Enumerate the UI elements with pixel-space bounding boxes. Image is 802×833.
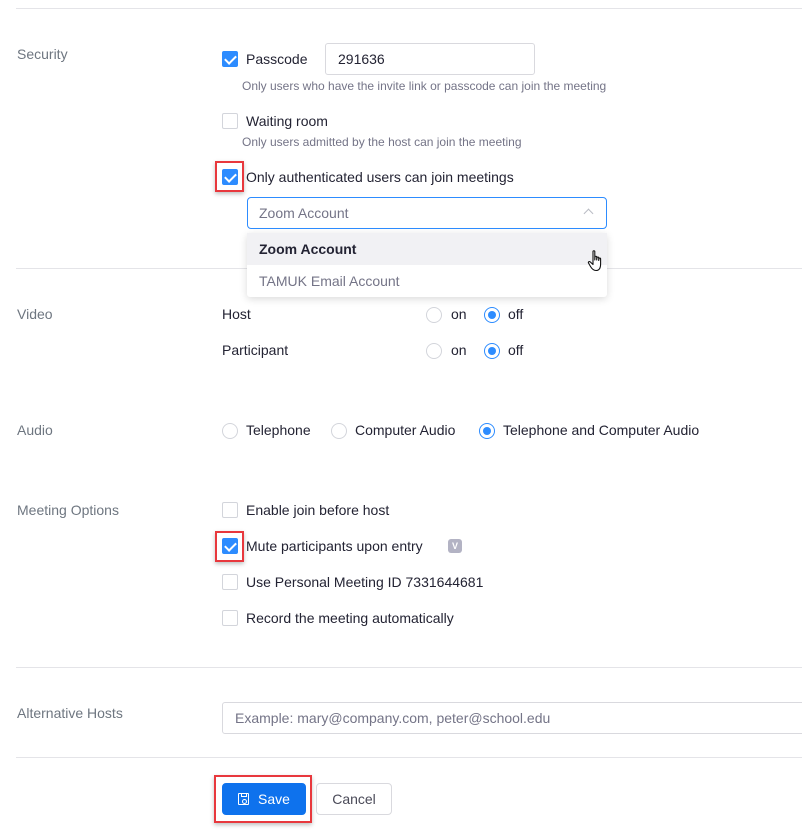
audio-computer-audio-radio[interactable] (331, 423, 347, 439)
mute-participants-label: Mute participants upon entry (246, 538, 423, 554)
feature-badge-icon[interactable]: V (448, 539, 462, 553)
record-automatically-label: Record the meeting automatically (246, 610, 454, 626)
security-label: Security (17, 46, 68, 62)
join-before-host-checkbox[interactable] (222, 502, 238, 518)
personal-meeting-id-checkbox[interactable] (222, 574, 238, 590)
video-participant-on-radio[interactable] (426, 343, 442, 359)
alternative-hosts-label: Alternative Hosts (17, 705, 123, 721)
authenticated-users-checkbox[interactable] (222, 169, 238, 185)
audio-telephone-and-computer-radio[interactable] (479, 423, 495, 439)
audio-computer-audio-label: Computer Audio (355, 422, 456, 438)
waiting-room-label: Waiting room (246, 113, 328, 129)
audio-telephone-radio[interactable] (222, 423, 238, 439)
divider-meeting-options (16, 667, 802, 668)
video-participant-on-label: on (451, 342, 467, 358)
authentication-select[interactable]: Zoom Account (247, 197, 607, 229)
dropdown-option-tamuk-email-account[interactable]: TAMUK Email Account (247, 265, 607, 297)
video-host-off-radio[interactable] (484, 307, 500, 323)
video-host-on-radio[interactable] (426, 307, 442, 323)
waiting-room-hint: Only users admitted by the host can join… (242, 135, 522, 149)
save-button-label: Save (258, 791, 290, 807)
passcode-hint: Only users who have the invite link or p… (242, 79, 607, 93)
video-label: Video (17, 306, 53, 322)
record-automatically-checkbox[interactable] (222, 610, 238, 626)
passcode-label: Passcode (246, 51, 308, 67)
divider-alternative-hosts (16, 757, 802, 758)
video-host-on-label: on (451, 306, 467, 322)
save-button[interactable]: Save (222, 783, 306, 815)
video-host-off-label: off (508, 306, 524, 322)
passcode-checkbox[interactable] (222, 51, 238, 67)
authentication-select-value: Zoom Account (259, 205, 349, 221)
divider-top (16, 8, 802, 9)
authentication-dropdown-menu: Zoom Account TAMUK Email Account (247, 233, 607, 297)
hand-pointer-cursor-icon (587, 250, 602, 272)
passcode-input[interactable]: 291636 (325, 43, 535, 75)
dropdown-option-zoom-account[interactable]: Zoom Account (247, 233, 607, 265)
video-host-label: Host (222, 306, 251, 322)
waiting-room-checkbox[interactable] (222, 113, 238, 129)
join-before-host-label: Enable join before host (246, 502, 390, 518)
floppy-disk-icon (238, 793, 250, 805)
chevron-up-icon (583, 208, 594, 219)
video-participant-label: Participant (222, 342, 289, 358)
cancel-button[interactable]: Cancel (316, 783, 392, 815)
personal-meeting-id-label: Use Personal Meeting ID 7331644681 (246, 574, 484, 590)
mute-participants-checkbox[interactable] (222, 538, 238, 554)
audio-label: Audio (17, 422, 53, 438)
video-participant-off-radio[interactable] (484, 343, 500, 359)
audio-telephone-label: Telephone (246, 422, 311, 438)
meeting-options-label: Meeting Options (17, 502, 119, 518)
authenticated-users-label: Only authenticated users can join meetin… (246, 169, 514, 185)
audio-telephone-and-computer-label: Telephone and Computer Audio (503, 422, 700, 438)
alternative-hosts-input[interactable]: Example: mary@company.com, peter@school.… (222, 702, 802, 734)
video-participant-off-label: off (508, 342, 524, 358)
